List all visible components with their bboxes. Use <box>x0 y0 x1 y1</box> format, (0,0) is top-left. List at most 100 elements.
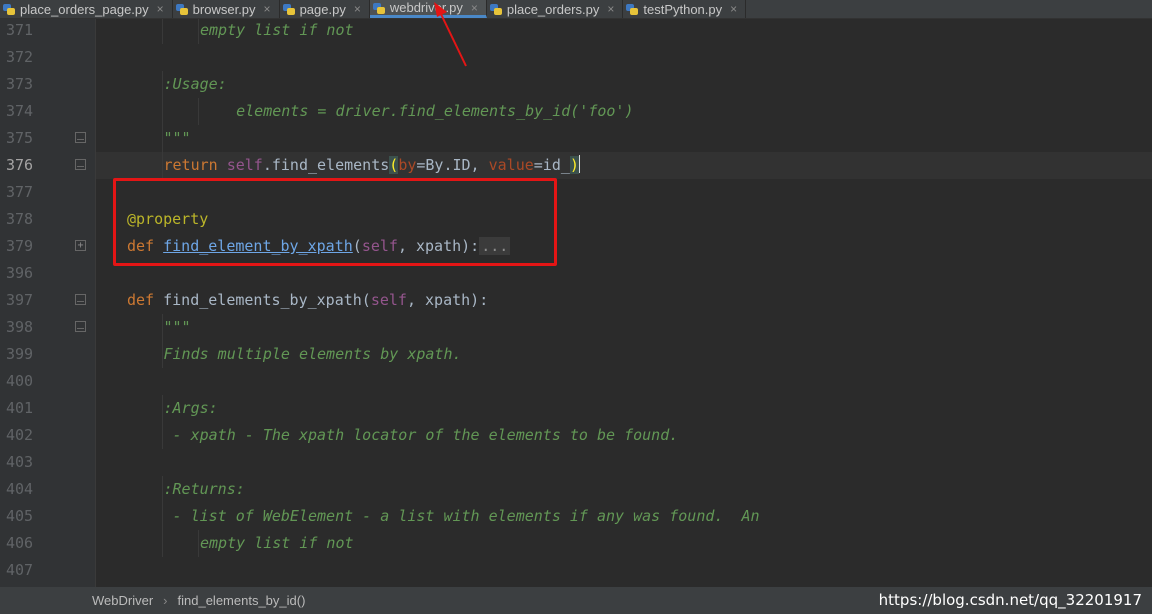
tab-label: testPython.py <box>643 1 723 17</box>
code-token: find_elements_by_xpath( <box>163 291 371 309</box>
line-number: 373 <box>6 75 34 93</box>
fold-collapse-icon[interactable] <box>75 159 86 170</box>
code-token: self <box>370 291 407 309</box>
line-number: 372 <box>6 48 34 66</box>
code-line[interactable]: 404 :Returns: <box>0 476 1152 503</box>
indent-guide <box>161 530 163 557</box>
code-token: self <box>226 156 263 174</box>
code-text: :Returns: <box>164 476 245 503</box>
close-icon[interactable]: × <box>607 2 614 16</box>
code-line[interactable]: 401 :Args: <box>0 395 1152 422</box>
line-number: 396 <box>6 264 34 282</box>
line-number: 371 <box>6 21 34 39</box>
indent-guide <box>161 341 163 368</box>
code-line[interactable]: 376 return self.find_elements(by=By.ID, v… <box>0 152 1152 179</box>
line-number: 378 <box>6 210 34 228</box>
editor-tab-bar: place_orders_page.py × browser.py × page.py ×… <box>0 0 1152 19</box>
line-number: 374 <box>6 102 34 120</box>
code-token: empty list if not <box>200 21 354 39</box>
code-text: - xpath - The xpath locator of the eleme… <box>164 422 679 449</box>
line-number: 402 <box>6 426 34 444</box>
indent-guide <box>161 19 163 44</box>
close-icon[interactable]: × <box>354 2 361 16</box>
code-line[interactable]: 374 elements = driver.find_elements_by_i… <box>0 98 1152 125</box>
tab-label: browser.py <box>192 1 256 17</box>
code-line[interactable]: 400 <box>0 368 1152 395</box>
code-token: - list of WebElement - a list with eleme… <box>163 507 760 525</box>
code-token: :Usage: <box>163 75 227 93</box>
close-icon[interactable]: × <box>157 2 164 16</box>
line-number: 406 <box>6 534 34 552</box>
fold-collapse-icon[interactable] <box>75 294 86 305</box>
fold-expand-icon[interactable]: + <box>75 240 86 251</box>
line-number: 404 <box>6 480 34 498</box>
watermark-text: https://blog.csdn.net/qq_32201917 <box>878 591 1142 609</box>
code-token: ) <box>569 156 579 174</box>
indent-guide <box>198 19 199 44</box>
breadcrumb-separator: › <box>163 593 168 608</box>
fold-collapse-icon[interactable] <box>75 132 86 143</box>
line-number: 401 <box>6 399 34 417</box>
breadcrumb-class[interactable]: WebDriver <box>92 593 153 608</box>
breadcrumb-method[interactable]: find_elements_by_id() <box>178 593 306 608</box>
code-text: """ <box>164 314 191 341</box>
indent-guide <box>161 71 163 98</box>
highlight-annotation-box <box>113 178 557 266</box>
code-line[interactable]: 403 <box>0 449 1152 476</box>
python-file-icon <box>489 2 503 16</box>
code-line[interactable]: 399 Finds multiple elements by xpath. <box>0 341 1152 368</box>
indent-guide <box>198 98 199 125</box>
code-line[interactable]: 397 def find_elements_by_xpath(self, xpat… <box>0 287 1152 314</box>
code-text: return self.find_elements(by=By.ID, valu… <box>164 152 580 179</box>
indent-guide <box>161 395 163 422</box>
python-file-icon <box>282 2 296 16</box>
tab-place_orders-py[interactable]: place_orders.py × <box>487 0 624 18</box>
code-token: """ <box>163 129 191 147</box>
code-line[interactable]: 398 """ <box>0 314 1152 341</box>
fold-collapse-icon[interactable] <box>75 321 86 332</box>
code-token: =id_ <box>533 156 570 174</box>
code-text: Finds multiple elements by xpath. <box>164 341 462 368</box>
code-line[interactable]: 373 :Usage: <box>0 71 1152 98</box>
code-line[interactable]: 371 empty list if not <box>0 19 1152 44</box>
arrow-annotation-icon <box>434 2 467 67</box>
indent-guide <box>161 314 163 341</box>
tab-label: place_orders_page.py <box>20 1 149 17</box>
code-text: :Args: <box>164 395 218 422</box>
code-line[interactable]: 407 <box>0 557 1152 584</box>
indent-guide <box>161 503 163 530</box>
indent-guide <box>198 530 199 557</box>
python-file-icon <box>2 2 16 16</box>
code-text: """ <box>164 125 191 152</box>
indent-guide <box>161 152 163 179</box>
code-token: ( <box>389 156 399 174</box>
code-token: .find_elements <box>262 156 390 174</box>
line-number: 377 <box>6 183 34 201</box>
line-number: 403 <box>6 453 34 471</box>
tab-testpython-py[interactable]: testPython.py × <box>623 0 747 18</box>
code-token: """ <box>163 318 191 336</box>
code-text: empty list if not <box>200 19 354 44</box>
tab-browser-py[interactable]: browser.py × <box>173 0 280 18</box>
code-token: Finds multiple elements by xpath. <box>163 345 462 363</box>
tab-place_orders_page-py[interactable]: place_orders_page.py × <box>0 0 173 18</box>
code-text: - list of WebElement - a list with eleme… <box>164 503 760 530</box>
code-line[interactable]: 372 <box>0 44 1152 71</box>
close-icon[interactable]: × <box>264 2 271 16</box>
code-token: :Returns: <box>163 480 245 498</box>
line-number: 399 <box>6 345 34 363</box>
tab-page-py[interactable]: page.py × <box>280 0 370 18</box>
line-number: 397 <box>6 291 34 309</box>
close-icon[interactable]: × <box>730 2 737 16</box>
code-line[interactable]: 405 - list of WebElement - a list with e… <box>0 503 1152 530</box>
code-line[interactable]: 406 empty list if not <box>0 530 1152 557</box>
tab-label: place_orders.py <box>506 1 600 17</box>
code-line[interactable]: 375 """ <box>0 125 1152 152</box>
line-number: 379 <box>6 237 34 255</box>
code-token: , xpath): <box>406 291 489 309</box>
code-line[interactable]: 402 - xpath - The xpath locator of the e… <box>0 422 1152 449</box>
line-number: 400 <box>6 372 34 390</box>
code-token: value <box>488 156 534 174</box>
indent-guide <box>161 422 163 449</box>
code-editor[interactable]: 371 empty list if not 372 373 :Usage: 374 ele… <box>0 19 1152 587</box>
